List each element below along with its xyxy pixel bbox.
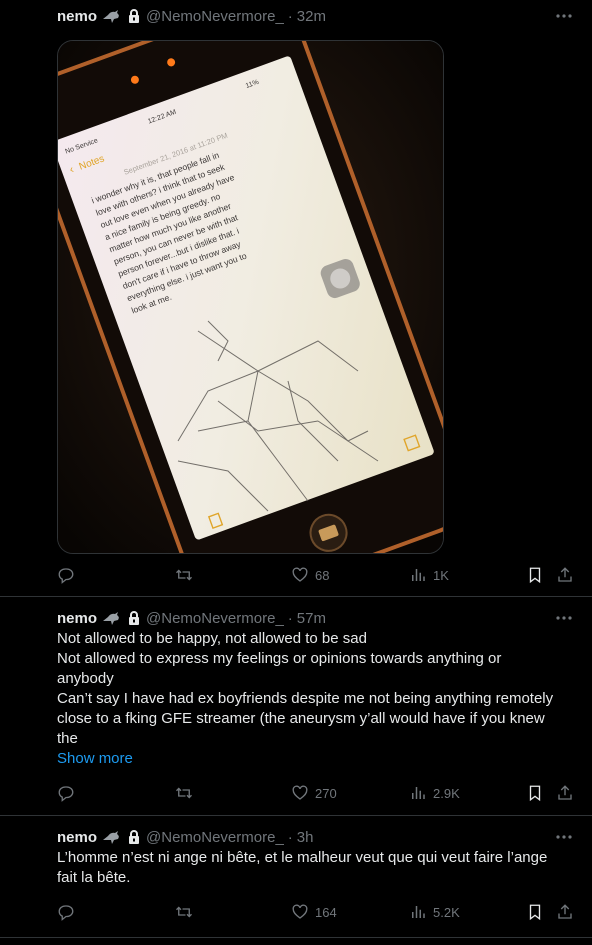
views-button[interactable]: 5.2K (409, 902, 460, 922)
heart-icon (292, 904, 308, 919)
tweet-header: nemo @NemoNevermore_ · 3h (57, 827, 313, 847)
separator-dot: · (287, 7, 293, 25)
crow-icon (102, 8, 122, 24)
timestamp[interactable]: 57m (297, 610, 326, 627)
tweet[interactable]: nemo @NemoNevermore_ · 3h L’homme n’est … (0, 816, 592, 938)
tweet-actions: 68 1K (57, 565, 576, 585)
crow-icon (102, 610, 122, 626)
analytics-icon (412, 569, 425, 581)
lock-icon (127, 8, 141, 24)
share-button[interactable] (556, 783, 574, 803)
text-line: the (57, 730, 78, 747)
lock-icon (127, 829, 141, 845)
bookmark-button[interactable] (526, 902, 544, 922)
text-line: Can’t say I have had ex boyfriends despi… (57, 690, 554, 707)
retweet-button[interactable] (175, 902, 193, 922)
like-button[interactable]: 164 (291, 902, 337, 922)
view-count: 1K (433, 567, 449, 583)
tweet-text: L’homme n’est ni ange ni bête, et le mal… (57, 848, 580, 888)
share-icon (558, 785, 572, 800)
tweet[interactable]: nemo @NemoNevermore_ · 57m Not allowed t… (0, 597, 592, 816)
reply-icon (58, 568, 74, 584)
heart-icon (292, 567, 308, 582)
show-more-link[interactable]: Show more (57, 749, 576, 769)
more-options-icon[interactable] (552, 608, 576, 628)
share-button[interactable] (556, 565, 574, 585)
bookmark-button[interactable] (526, 783, 544, 803)
more-options-icon[interactable] (552, 827, 576, 847)
retweet-icon (176, 569, 192, 581)
view-count: 5.2K (433, 904, 460, 920)
text-line: Not allowed to be happy, not allowed to … (57, 630, 367, 647)
timestamp[interactable]: 32m (297, 8, 326, 25)
bookmark-icon (529, 785, 541, 802)
separator-dot: · (287, 828, 293, 846)
reply-button[interactable] (57, 783, 75, 803)
text-line: fait la bête. (57, 869, 131, 886)
retweet-button[interactable] (175, 565, 193, 585)
crow-icon (102, 829, 122, 845)
bookmark-icon (529, 567, 541, 584)
like-count: 68 (315, 567, 330, 583)
author-handle[interactable]: @NemoNevermore_ (146, 8, 284, 25)
share-icon (558, 567, 572, 582)
lock-icon (127, 610, 141, 626)
retweet-icon (176, 787, 192, 799)
share-button[interactable] (556, 902, 574, 922)
retweet-icon (176, 906, 192, 918)
like-button[interactable]: 68 (291, 565, 329, 585)
views-button[interactable]: 2.9K (409, 783, 460, 803)
views-button[interactable]: 1K (409, 565, 449, 585)
bookmark-button[interactable] (526, 565, 544, 585)
separator-dot: · (287, 609, 293, 627)
reply-button[interactable] (57, 565, 75, 585)
share-icon (558, 904, 572, 919)
tweet-actions: 270 2.9K (57, 783, 576, 803)
reply-button[interactable] (57, 902, 75, 922)
text-line: anybody (57, 670, 114, 687)
more-options-icon[interactable] (552, 6, 576, 26)
text-line: close to a fking GFE streamer (the aneur… (57, 710, 545, 727)
author-handle[interactable]: @NemoNevermore_ (146, 829, 284, 846)
text-line: Not allowed to express my feelings or op… (57, 650, 502, 667)
tweet-header: nemo @NemoNevermore_ · 32m (57, 6, 326, 26)
tweet-actions: 164 5.2K (57, 902, 576, 922)
author-name[interactable]: nemo (57, 829, 97, 846)
text-line: L’homme n’est ni ange ni bête, et le mal… (57, 849, 548, 866)
reply-icon (58, 786, 74, 802)
author-name[interactable]: nemo (57, 610, 97, 627)
retweet-button[interactable] (175, 783, 193, 803)
timeline: nemo @NemoNevermore_ · 32m No Service 12… (0, 0, 592, 938)
author-handle[interactable]: @NemoNevermore_ (146, 610, 284, 627)
timestamp[interactable]: 3h (297, 829, 314, 846)
view-count: 2.9K (433, 785, 460, 801)
analytics-icon (412, 906, 425, 918)
reply-icon (58, 905, 74, 921)
bookmark-icon (529, 904, 541, 921)
heart-icon (292, 785, 308, 800)
author-name[interactable]: nemo (57, 8, 97, 25)
analytics-icon (412, 787, 425, 799)
tweet-header: nemo @NemoNevermore_ · 57m (57, 608, 326, 628)
tweet-image[interactable]: No Service 12:22 AM 11% ‹ Notes Septembe… (57, 40, 444, 554)
tweet[interactable]: nemo @NemoNevermore_ · 32m No Service 12… (0, 0, 592, 597)
like-count: 270 (315, 785, 337, 801)
tweet-text: Not allowed to be happy, not allowed to … (57, 629, 580, 769)
like-count: 164 (315, 904, 337, 920)
like-button[interactable]: 270 (291, 783, 337, 803)
